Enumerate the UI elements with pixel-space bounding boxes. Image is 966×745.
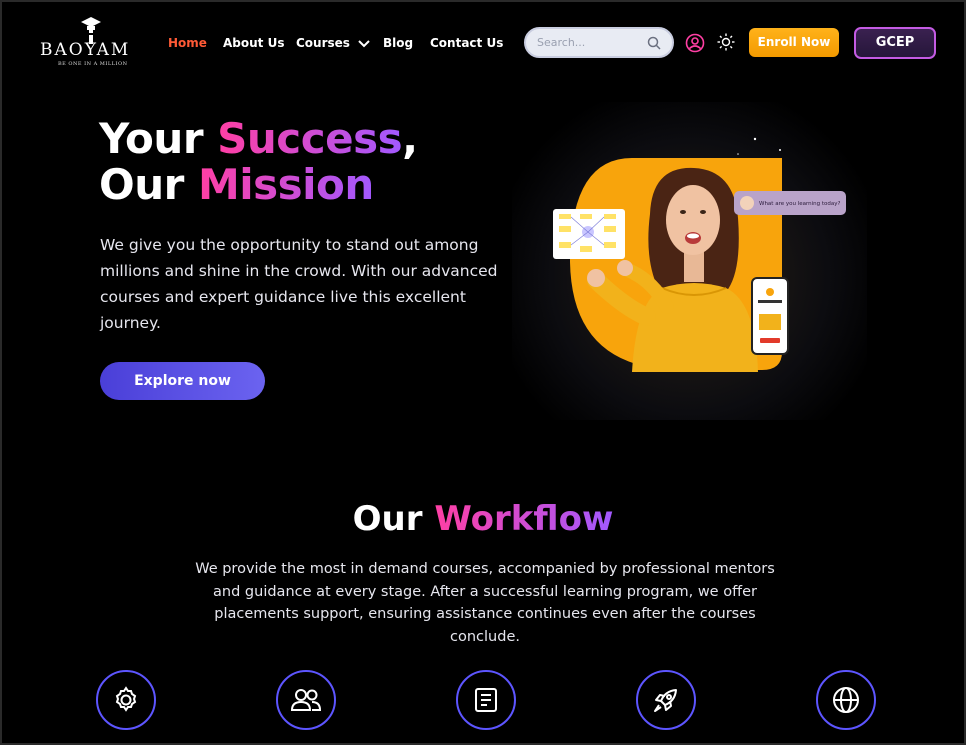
hero-illustration: What are you learning today? [512, 102, 867, 420]
workflow-step-mentors[interactable] [276, 670, 336, 730]
workflow-description: We provide the most in demand courses, a… [195, 561, 775, 645]
hero-title-highlight: Mission [197, 160, 374, 209]
search-placeholder: Search... [537, 36, 586, 49]
workflow-step-launch[interactable] [636, 670, 696, 730]
search-input[interactable]: Search... [524, 27, 674, 58]
gcep-button[interactable]: GCEP [854, 27, 936, 59]
nav-about-us[interactable]: About Us [223, 36, 284, 50]
nav-blog[interactable]: Blog [383, 36, 413, 50]
hero-title-comma: , [402, 114, 418, 163]
hero-title-highlight: Success [217, 114, 403, 163]
baoyam-logo[interactable]: BAOYAM BE ONE IN A MILLION [40, 16, 130, 72]
workflow-title-highlight: Workflow [434, 499, 614, 539]
nav-contact-us[interactable]: Contact Us [430, 36, 503, 50]
rocket-icon [654, 689, 677, 712]
workflow-title: Our Workflow [2, 499, 964, 539]
hero-description: We give you the opportunity to stand out… [100, 236, 498, 332]
hero-illustration-graphic: What are you learning today? [553, 137, 846, 372]
workflow-step-documents[interactable] [456, 670, 516, 730]
hero-title: Your Success, Our Mission [99, 116, 418, 208]
nav-courses[interactable]: Courses [296, 36, 370, 50]
gear-icon [115, 686, 137, 712]
users-icon [290, 689, 322, 711]
logo-tagline: BE ONE IN A MILLION [58, 61, 128, 67]
explore-now-button[interactable]: Explore now [100, 362, 265, 400]
hero-title-word: Your [99, 114, 218, 163]
logo-wordmark: BAOYAM [40, 40, 131, 60]
nav-home[interactable]: Home [168, 36, 207, 50]
nav-courses-label: Courses [296, 36, 350, 50]
theme-toggle-sun-icon[interactable] [717, 33, 735, 51]
user-account-icon[interactable] [685, 33, 705, 53]
hero-title-word: Our [99, 160, 198, 209]
globe-icon [833, 687, 859, 713]
enroll-now-button[interactable]: Enroll Now [749, 28, 839, 57]
workflow-step-global[interactable] [816, 670, 876, 730]
workflow-step-gear[interactable] [96, 670, 156, 730]
chevron-down-icon [358, 39, 370, 47]
workflow-title-word: Our [352, 499, 435, 539]
chat-bubble-text: What are you learning today? [759, 201, 841, 207]
document-icon [475, 688, 497, 712]
top-navbar: BAOYAM BE ONE IN A MILLION Home About Us… [2, 2, 964, 84]
search-icon[interactable] [647, 36, 661, 50]
